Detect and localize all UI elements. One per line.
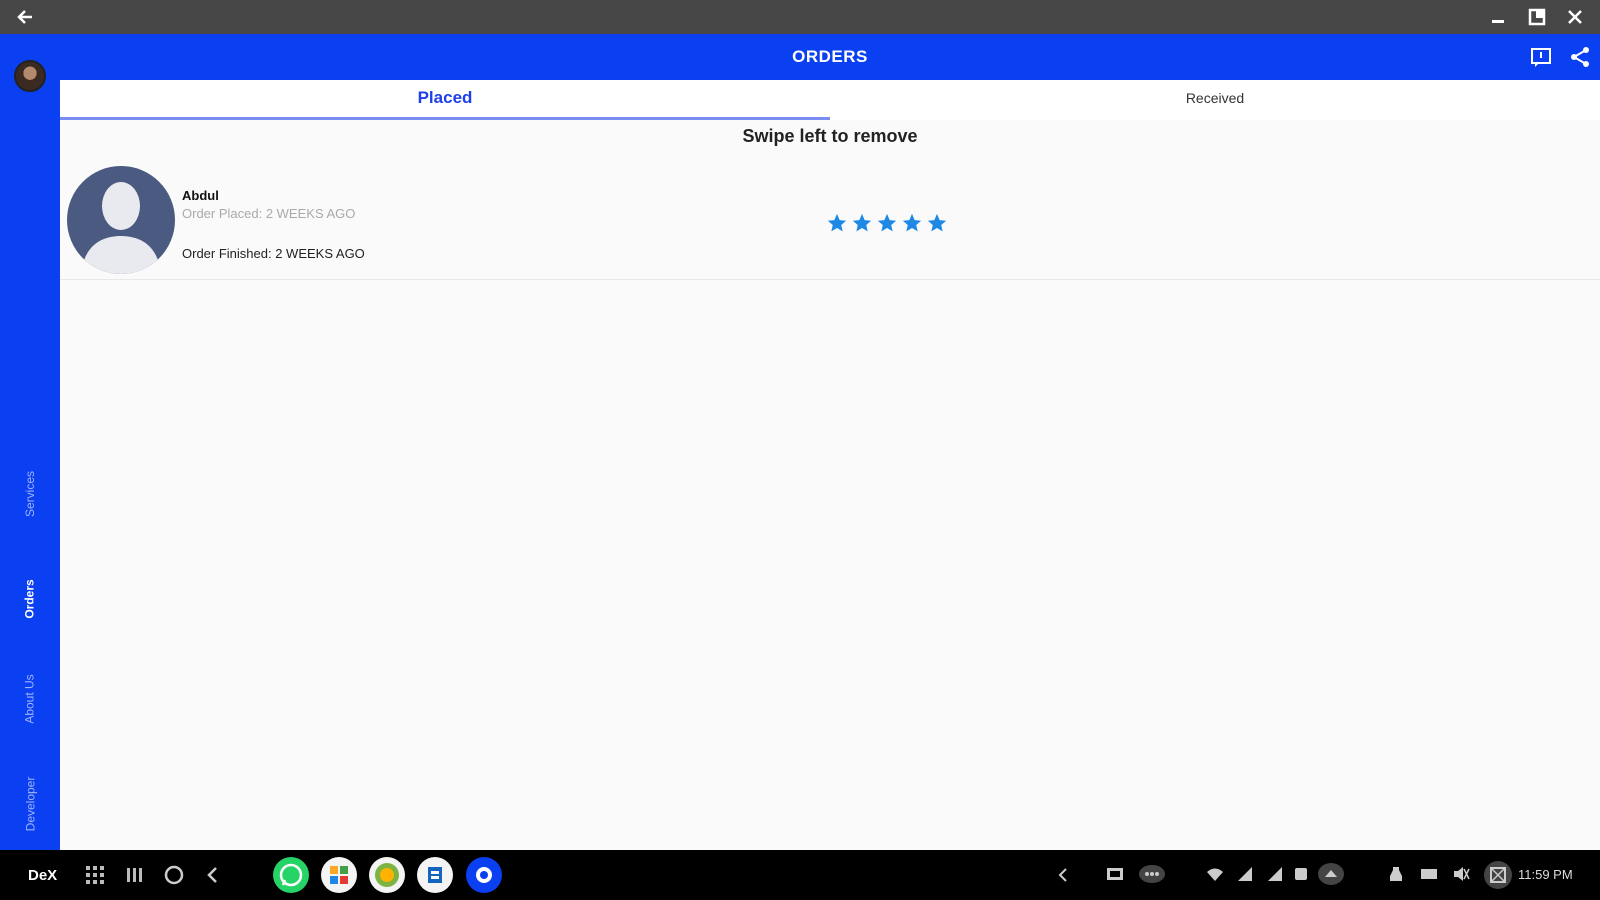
minimize-icon[interactable] <box>1488 7 1508 27</box>
rail-item-label: Orders <box>22 579 37 619</box>
more-icon[interactable] <box>1139 865 1165 883</box>
apps-grid-icon[interactable] <box>84 862 106 888</box>
list-item[interactable]: Abdul Order Placed: 2 WEEKS AGO Order Fi… <box>60 160 1600 280</box>
window-title-bar <box>0 0 1600 34</box>
rating-stars[interactable] <box>826 212 948 234</box>
navigation-rail: Services Orders About Us Developer <box>0 34 60 850</box>
tab-received[interactable]: Received <box>830 80 1600 120</box>
rail-item-label: Services <box>22 470 37 518</box>
page-title: ORDERS <box>792 47 868 66</box>
signal-icon[interactable] <box>1266 865 1284 883</box>
order-placed-time: Order Placed: 2 WEEKS AGO <box>182 206 356 221</box>
user-avatar-icon <box>67 166 175 274</box>
rail-item-about-us[interactable]: About Us <box>0 649 60 749</box>
close-icon[interactable] <box>1565 7 1585 27</box>
notification-icon[interactable] <box>1318 863 1344 885</box>
clock: 11:59 PM <box>1518 867 1573 882</box>
notification-icon[interactable] <box>1387 865 1405 883</box>
rail-item-developer[interactable]: Developer <box>0 754 60 854</box>
nav-back-icon[interactable] <box>202 862 224 888</box>
signal-icon[interactable] <box>1236 865 1254 883</box>
star-icon[interactable] <box>851 212 873 234</box>
wifi-icon[interactable] <box>1206 865 1224 883</box>
order-finished-time: Order Finished: 2 WEEKS AGO <box>182 246 365 261</box>
gallery-icon[interactable] <box>321 857 357 893</box>
dex-mode-icon[interactable] <box>1484 861 1512 889</box>
whatsapp-icon[interactable] <box>273 857 309 893</box>
notification-icon[interactable] <box>1420 865 1438 883</box>
dex-app-icon[interactable] <box>466 857 502 893</box>
share-icon[interactable] <box>1569 46 1591 68</box>
rail-item-label: Developer <box>22 776 37 832</box>
rail-item-services[interactable]: Services <box>0 444 60 544</box>
rail-item-label: About Us <box>22 674 37 724</box>
home-icon[interactable] <box>163 862 185 888</box>
taskbar: DeX 11:59 PM <box>0 850 1600 900</box>
star-icon[interactable] <box>926 212 948 234</box>
back-arrow-icon[interactable] <box>14 6 36 28</box>
tools-icon[interactable] <box>417 857 453 893</box>
screenshot-icon[interactable] <box>1106 865 1124 883</box>
profile-avatar[interactable] <box>14 60 46 92</box>
battery-icon[interactable] <box>1292 865 1310 883</box>
app-icon[interactable] <box>369 857 405 893</box>
chevron-left-icon[interactable] <box>1054 862 1072 888</box>
star-icon[interactable] <box>876 212 898 234</box>
recents-icon[interactable] <box>124 862 146 888</box>
star-icon[interactable] <box>901 212 923 234</box>
customer-name: Abdul <box>182 188 219 203</box>
star-icon[interactable] <box>826 212 848 234</box>
swipe-hint: Swipe left to remove <box>742 126 918 146</box>
mute-icon[interactable] <box>1452 865 1470 883</box>
rail-item-orders[interactable]: Orders <box>0 549 60 649</box>
app-window: Services Orders About Us Developer ORDER… <box>0 34 1600 850</box>
app-bar: ORDERS <box>60 34 1600 80</box>
tab-bar: Placed Received <box>60 80 1600 120</box>
dex-brand[interactable]: DeX <box>28 862 57 888</box>
maximize-icon[interactable] <box>1527 7 1547 27</box>
tab-placed[interactable]: Placed <box>60 80 830 120</box>
feedback-icon[interactable] <box>1530 46 1552 68</box>
